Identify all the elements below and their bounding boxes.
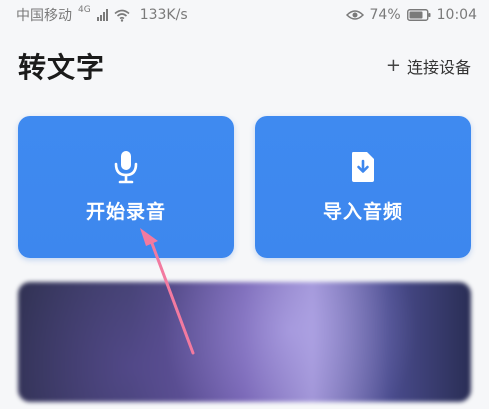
- eye-icon: [345, 9, 364, 21]
- page-title: 转文字: [18, 51, 106, 84]
- carrier-name: 中国移动: [16, 8, 72, 24]
- battery-percent: 74%: [369, 7, 401, 23]
- start-recording-label: 开始录音: [85, 200, 166, 223]
- status-left: 中国移动 4G 133K/s: [16, 5, 188, 25]
- import-file-icon: [349, 151, 377, 183]
- status-right: 74% 10:04: [345, 7, 477, 23]
- microphone-icon: [112, 150, 140, 183]
- connect-device-label: 连接设备: [406, 58, 471, 77]
- network-speed: 133K/s: [139, 7, 188, 23]
- wifi-icon: [114, 9, 130, 22]
- signal-icon: [96, 9, 108, 21]
- import-audio-label: 导入音频: [322, 200, 403, 223]
- app-screen: 中国移动 4G 133K/s 74% 10:04 转文字 + 连接设备 开始录音…: [0, 0, 489, 409]
- import-audio-button[interactable]: 导入音频: [255, 116, 471, 258]
- network-tag: 4G: [78, 5, 91, 15]
- status-bar: 中国移动 4G 133K/s 74% 10:04: [0, 0, 489, 30]
- action-cards: 开始录音 导入音频: [18, 116, 471, 258]
- battery-icon: [406, 9, 431, 21]
- plus-icon: +: [385, 55, 401, 76]
- page-header: 转文字 + 连接设备: [0, 40, 489, 92]
- start-recording-button[interactable]: 开始录音: [18, 116, 234, 258]
- clock-time: 10:04: [436, 7, 477, 23]
- promo-banner[interactable]: [18, 282, 471, 402]
- connect-device-button[interactable]: + 连接设备: [386, 54, 471, 78]
